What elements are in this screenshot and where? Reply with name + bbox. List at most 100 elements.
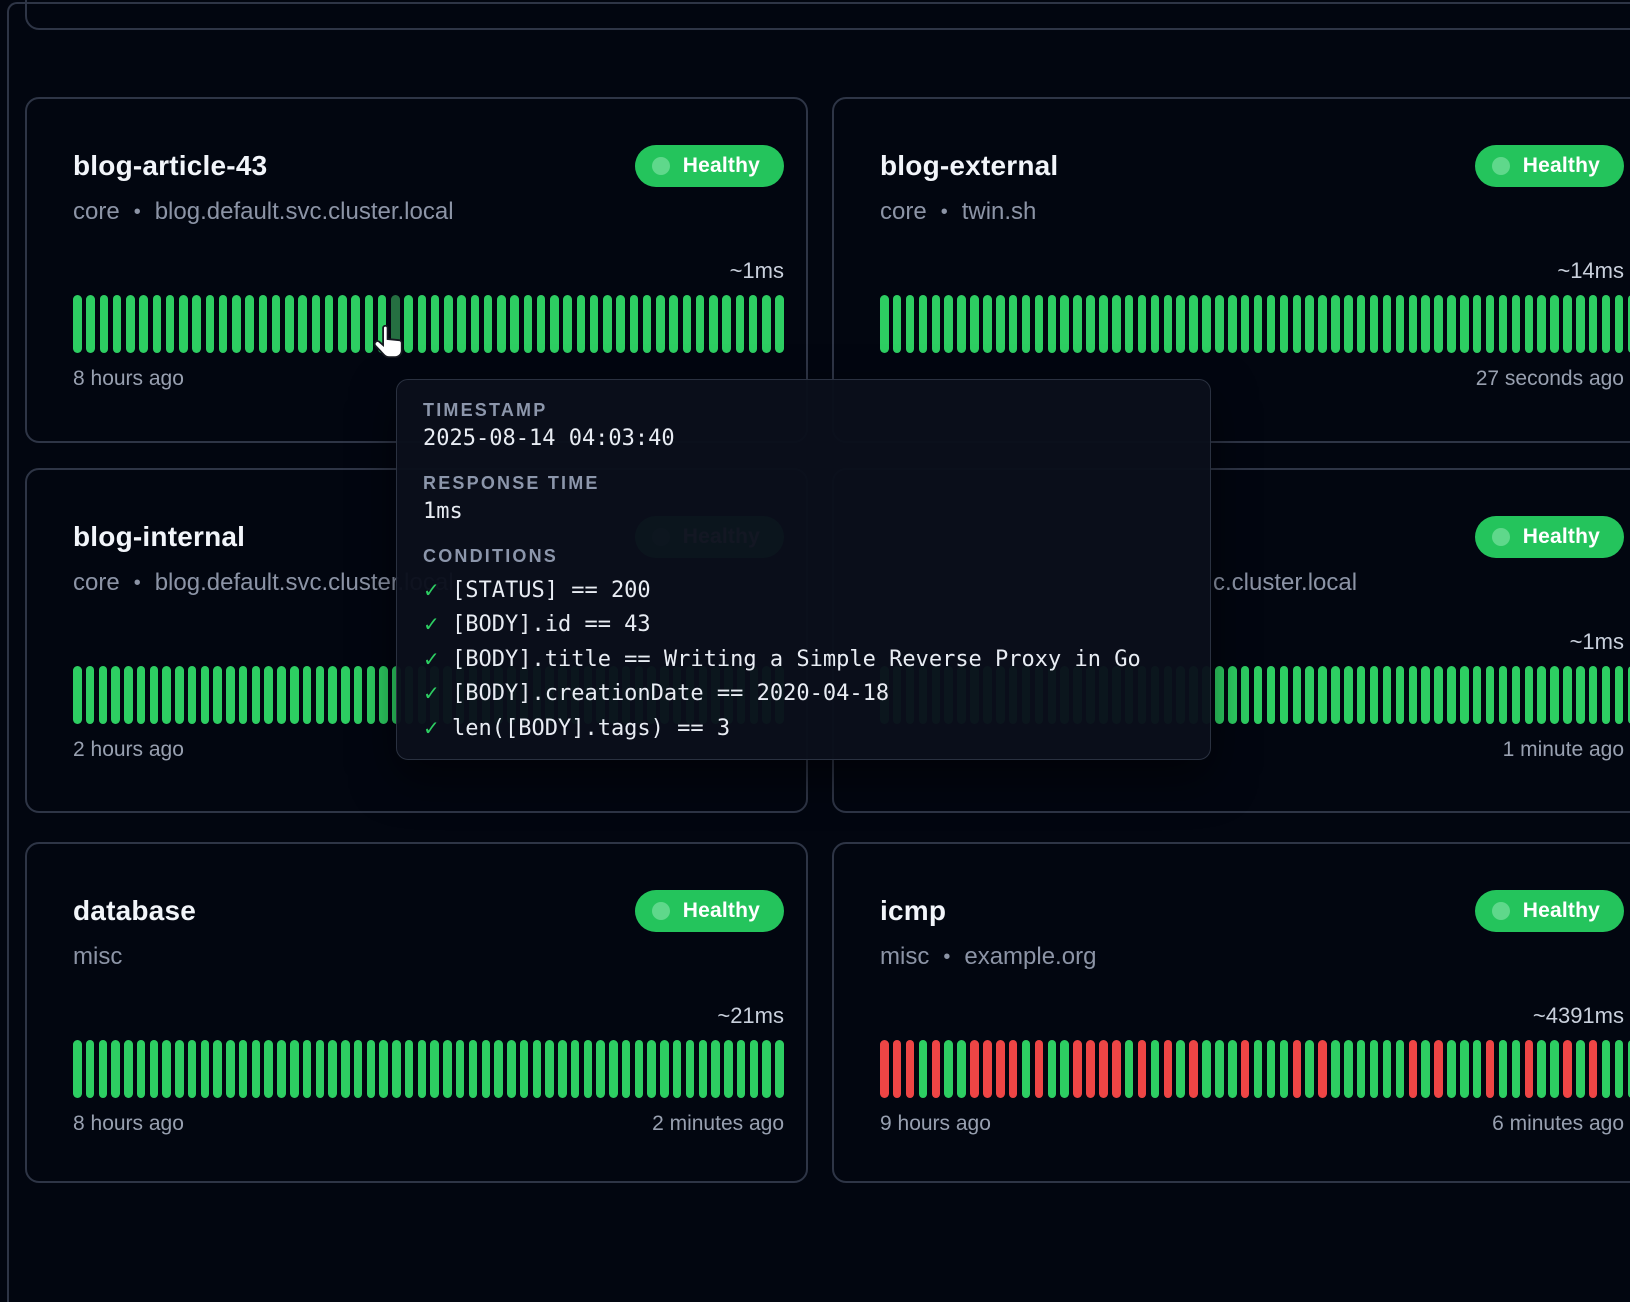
uptime-bar[interactable] — [316, 666, 325, 724]
uptime-bar[interactable] — [944, 295, 953, 353]
uptime-bar[interactable] — [1447, 666, 1456, 724]
uptime-bar[interactable] — [1241, 666, 1250, 724]
uptime-bar[interactable] — [303, 1040, 312, 1098]
uptime-bar[interactable] — [443, 1040, 452, 1098]
uptime-bar[interactable] — [1499, 295, 1508, 353]
uptime-bar[interactable] — [1202, 1040, 1211, 1098]
uptime-bar[interactable] — [1525, 666, 1534, 724]
uptime-bar[interactable] — [507, 1040, 516, 1098]
uptime-bar[interactable] — [162, 1040, 171, 1098]
uptime-bar[interactable] — [139, 295, 148, 353]
uptime-bar[interactable] — [1602, 295, 1611, 353]
uptime-bar[interactable] — [1537, 1040, 1546, 1098]
uptime-bar[interactable] — [239, 666, 248, 724]
uptime-bar[interactable] — [188, 1040, 197, 1098]
uptime-bar[interactable] — [494, 1040, 503, 1098]
uptime-bar[interactable] — [1331, 666, 1340, 724]
uptime-bar[interactable] — [367, 666, 376, 724]
uptime-bar[interactable] — [1421, 1040, 1430, 1098]
uptime-bar[interactable] — [1022, 1040, 1031, 1098]
uptime-bar[interactable] — [630, 295, 639, 353]
uptime-bar[interactable] — [775, 295, 784, 353]
uptime-bar[interactable] — [1048, 1040, 1057, 1098]
uptime-bar[interactable] — [232, 295, 241, 353]
uptime-bar[interactable] — [277, 666, 286, 724]
uptime-bar[interactable] — [162, 666, 171, 724]
uptime-bar[interactable] — [1434, 1040, 1443, 1098]
uptime-bar[interactable] — [596, 1040, 605, 1098]
uptime-bar[interactable] — [893, 1040, 902, 1098]
uptime-bar[interactable] — [1550, 666, 1559, 724]
uptime-bar[interactable] — [996, 295, 1005, 353]
uptime-bar[interactable] — [1563, 1040, 1572, 1098]
uptime-bar[interactable] — [722, 295, 731, 353]
uptime-bar[interactable] — [762, 1040, 771, 1098]
uptime-bar[interactable] — [957, 1040, 966, 1098]
uptime-bar[interactable] — [1099, 1040, 1108, 1098]
uptime-bar[interactable] — [298, 295, 307, 353]
uptime-bar[interactable] — [137, 666, 146, 724]
uptime-bar[interactable] — [1460, 666, 1469, 724]
uptime-bar[interactable] — [328, 1040, 337, 1098]
uptime-bar[interactable] — [1305, 295, 1314, 353]
uptime-bar[interactable] — [696, 295, 705, 353]
uptime-bar[interactable] — [1434, 666, 1443, 724]
uptime-bar[interactable] — [673, 1040, 682, 1098]
uptime-bar[interactable] — [669, 295, 678, 353]
uptime-bar[interactable] — [524, 295, 533, 353]
uptime-bar[interactable] — [484, 295, 493, 353]
uptime-bar[interactable] — [1383, 666, 1392, 724]
uptime-bar[interactable] — [277, 1040, 286, 1098]
uptime-bar[interactable] — [341, 1040, 350, 1098]
uptime-bar[interactable] — [1357, 1040, 1366, 1098]
uptime-bar[interactable] — [1125, 295, 1134, 353]
uptime-bar[interactable] — [272, 295, 281, 353]
uptime-bar[interactable] — [99, 1040, 108, 1098]
uptime-bar[interactable] — [1602, 666, 1611, 724]
uptime-bar[interactable] — [213, 666, 222, 724]
uptime-bar[interactable] — [1215, 1040, 1224, 1098]
uptime-bar[interactable] — [418, 1040, 427, 1098]
uptime-bar[interactable] — [1344, 1040, 1353, 1098]
uptime-bar[interactable] — [1396, 1040, 1405, 1098]
uptime-bar[interactable] — [1615, 295, 1624, 353]
uptime-bar[interactable] — [563, 295, 572, 353]
uptime-bar[interactable] — [1357, 295, 1366, 353]
uptime-bar[interactable] — [1280, 295, 1289, 353]
uptime-bar[interactable] — [1305, 666, 1314, 724]
uptime-bar[interactable] — [683, 295, 692, 353]
uptime-bar[interactable] — [1537, 295, 1546, 353]
uptime-bar[interactable] — [1563, 295, 1572, 353]
uptime-bar[interactable] — [1550, 1040, 1559, 1098]
uptime-bar[interactable] — [404, 295, 413, 353]
uptime-bar[interactable] — [1022, 295, 1031, 353]
uptime-bar[interactable] — [86, 1040, 95, 1098]
uptime-bar[interactable] — [351, 295, 360, 353]
uptime-bar[interactable] — [290, 666, 299, 724]
uptime-bar[interactable] — [558, 1040, 567, 1098]
uptime-bar[interactable] — [1525, 1040, 1534, 1098]
uptime-bar[interactable] — [405, 1040, 414, 1098]
uptime-bar[interactable] — [73, 666, 82, 724]
uptime-bar[interactable] — [1409, 295, 1418, 353]
uptime-bar[interactable] — [1228, 666, 1237, 724]
uptime-bar[interactable] — [545, 1040, 554, 1098]
uptime-bar[interactable] — [571, 1040, 580, 1098]
uptime-bar[interactable] — [1112, 295, 1121, 353]
uptime-bar[interactable] — [1254, 295, 1263, 353]
uptime-bar[interactable] — [1048, 295, 1057, 353]
uptime-bar[interactable] — [1512, 295, 1521, 353]
uptime-bar[interactable] — [1563, 666, 1572, 724]
uptime-bar[interactable] — [367, 1040, 376, 1098]
partial-card-top[interactable] — [25, 0, 1630, 30]
uptime-bar[interactable] — [1421, 295, 1430, 353]
uptime-bar[interactable] — [1370, 1040, 1379, 1098]
uptime-bar[interactable] — [245, 295, 254, 353]
uptime-bar[interactable] — [444, 295, 453, 353]
uptime-bar[interactable] — [113, 295, 122, 353]
uptime-bar[interactable] — [1537, 666, 1546, 724]
uptime-bar[interactable] — [1228, 295, 1237, 353]
uptime-bar[interactable] — [660, 1040, 669, 1098]
uptime-bar[interactable] — [1396, 666, 1405, 724]
uptime-bar[interactable] — [1512, 666, 1521, 724]
